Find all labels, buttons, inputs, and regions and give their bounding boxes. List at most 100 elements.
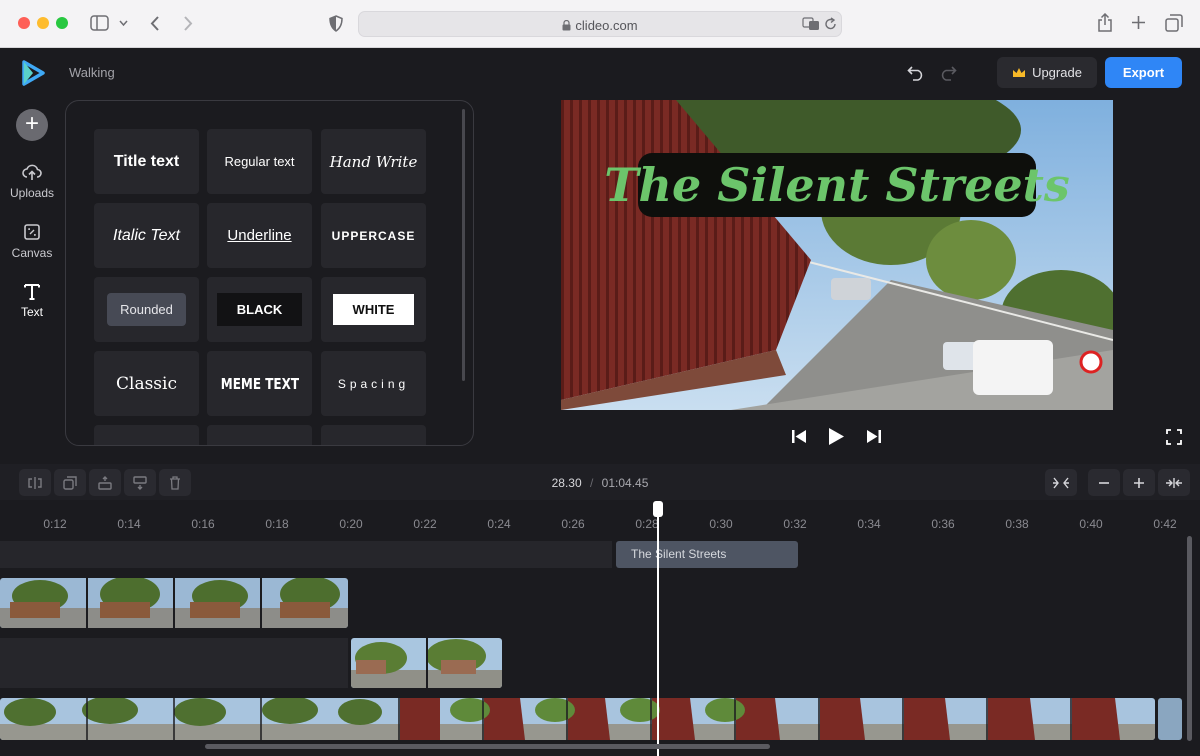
text-style-title[interactable]: Title text bbox=[94, 129, 199, 194]
collapse-button[interactable] bbox=[1158, 469, 1190, 496]
text-style-rounded[interactable]: Rounded bbox=[94, 277, 199, 342]
rail-item-text[interactable]: Text bbox=[0, 281, 64, 319]
track-gap bbox=[0, 638, 348, 688]
fullscreen-icon[interactable] bbox=[1166, 429, 1182, 445]
ruler-tick: 0:20 bbox=[339, 517, 363, 531]
duplicate-icon bbox=[63, 475, 77, 490]
text-style-regular[interactable]: Regular text bbox=[207, 129, 312, 194]
zoom-out-button[interactable] bbox=[1088, 469, 1120, 496]
text-style-italic[interactable]: Italic Text bbox=[94, 203, 199, 268]
text-style-black[interactable]: BLACK bbox=[207, 277, 312, 342]
address-bar[interactable]: clideo.com bbox=[358, 11, 842, 37]
collapse-icon bbox=[1166, 477, 1182, 488]
duplicate-button[interactable] bbox=[54, 469, 86, 496]
send-backward-button[interactable] bbox=[124, 469, 156, 496]
video-clip-main[interactable] bbox=[0, 698, 1155, 740]
video-preview[interactable]: The Silent Streets bbox=[561, 100, 1113, 410]
panel-scrollbar[interactable] bbox=[462, 109, 465, 381]
split-button[interactable] bbox=[19, 469, 51, 496]
reload-icon[interactable] bbox=[824, 17, 837, 31]
preview-title-overlay[interactable]: The Silent Streets bbox=[604, 153, 1070, 217]
text-style-underline[interactable]: Underline bbox=[207, 203, 312, 268]
time-separator: / bbox=[589, 476, 594, 490]
zoom-in-button[interactable] bbox=[1123, 469, 1155, 496]
translate-icon[interactable] bbox=[802, 17, 820, 31]
undo-icon[interactable] bbox=[907, 65, 925, 81]
video-frame-image bbox=[561, 100, 1113, 410]
text-style-white[interactable]: WHITE bbox=[321, 277, 426, 342]
text-style-spacing[interactable]: Spacing bbox=[321, 351, 426, 416]
text-styles-panel: Title text Regular text Hand Write Itali… bbox=[65, 100, 474, 446]
text-track bbox=[0, 541, 612, 568]
url-label: clideo.com bbox=[575, 18, 638, 33]
upgrade-button[interactable]: Upgrade bbox=[997, 57, 1097, 88]
split-icon bbox=[28, 476, 42, 489]
ruler-tick: 0:22 bbox=[413, 517, 437, 531]
text-style-tile[interactable] bbox=[94, 425, 199, 445]
text-icon bbox=[24, 284, 40, 300]
sidebar-toggle-icon[interactable] bbox=[90, 15, 109, 31]
black-sample: BLACK bbox=[216, 293, 303, 326]
video-clip-walking[interactable] bbox=[0, 578, 348, 628]
shield-icon[interactable] bbox=[329, 15, 343, 32]
ruler-tick: 0:28 bbox=[635, 517, 659, 531]
url-text: clideo.com bbox=[359, 18, 841, 33]
text-style-tile[interactable] bbox=[207, 425, 312, 445]
project-name[interactable]: Walking bbox=[69, 65, 115, 80]
ruler-tick: 0:38 bbox=[1005, 517, 1029, 531]
add-media-button[interactable]: + bbox=[16, 109, 48, 141]
total-time: 01:04.45 bbox=[601, 476, 649, 490]
play-icon[interactable] bbox=[828, 427, 845, 446]
ruler-tick: 0:34 bbox=[857, 517, 881, 531]
rail-item-canvas[interactable]: Canvas bbox=[0, 222, 64, 260]
text-clip[interactable]: The Silent Streets bbox=[616, 541, 798, 568]
share-icon[interactable] bbox=[1097, 13, 1113, 32]
text-style-uppercase[interactable]: UPPERCASE bbox=[321, 203, 426, 268]
export-button[interactable]: Export bbox=[1105, 57, 1182, 88]
rail-item-uploads[interactable]: Uploads bbox=[0, 162, 64, 200]
back-arrow-icon[interactable] bbox=[149, 15, 161, 32]
timeline-vertical-scrollbar[interactable] bbox=[1187, 536, 1192, 741]
chevron-down-icon[interactable] bbox=[119, 19, 128, 27]
fit-timeline-button[interactable] bbox=[1045, 469, 1077, 496]
text-style-meme[interactable]: MEME TEXT bbox=[207, 351, 312, 416]
text-style-tile[interactable] bbox=[321, 425, 426, 445]
redo-icon[interactable] bbox=[939, 65, 957, 81]
plus-icon bbox=[1134, 477, 1144, 488]
minus-icon bbox=[1099, 481, 1109, 484]
rail-item-label: Uploads bbox=[9, 186, 55, 200]
fit-icon bbox=[1053, 477, 1069, 488]
video-clip-street[interactable] bbox=[351, 638, 502, 688]
clip-thumbnails bbox=[0, 698, 1155, 740]
trash-icon bbox=[170, 475, 180, 490]
playhead[interactable] bbox=[657, 503, 659, 756]
cloud-upload-icon bbox=[22, 164, 42, 180]
video-clip-end[interactable] bbox=[1158, 698, 1182, 740]
ruler-tick: 0:42 bbox=[1153, 517, 1177, 531]
timeline-horizontal-scrollbar[interactable] bbox=[205, 744, 770, 749]
ruler-tick: 0:14 bbox=[117, 517, 141, 531]
delete-button[interactable] bbox=[159, 469, 191, 496]
current-time: 28.30 bbox=[551, 476, 582, 490]
ruler-tick: 0:40 bbox=[1079, 517, 1103, 531]
timeline-ruler[interactable]: 0:12 0:14 0:16 0:18 0:20 0:22 0:24 0:26 … bbox=[0, 500, 1200, 534]
ruler-tick: 0:24 bbox=[487, 517, 511, 531]
rail-item-label: Canvas bbox=[11, 246, 53, 260]
skip-forward-icon[interactable] bbox=[866, 429, 882, 444]
ruler-tick: 0:36 bbox=[931, 517, 955, 531]
text-style-classic[interactable]: Classic bbox=[94, 351, 199, 416]
minimize-window-button[interactable] bbox=[37, 17, 49, 29]
clideo-logo-icon[interactable] bbox=[20, 60, 46, 86]
skip-back-icon[interactable] bbox=[791, 429, 807, 444]
tab-overview-icon[interactable] bbox=[1165, 14, 1183, 32]
close-window-button[interactable] bbox=[18, 17, 30, 29]
ruler-tick: 0:30 bbox=[709, 517, 733, 531]
ruler-tick: 0:12 bbox=[43, 517, 67, 531]
crown-icon bbox=[1013, 68, 1026, 77]
playhead-handle[interactable] bbox=[653, 501, 663, 517]
new-tab-icon[interactable] bbox=[1131, 15, 1146, 30]
bring-forward-button[interactable] bbox=[89, 469, 121, 496]
zoom-window-button[interactable] bbox=[56, 17, 68, 29]
text-style-handwrite[interactable]: Hand Write bbox=[321, 129, 426, 194]
forward-arrow-icon[interactable] bbox=[182, 15, 194, 32]
